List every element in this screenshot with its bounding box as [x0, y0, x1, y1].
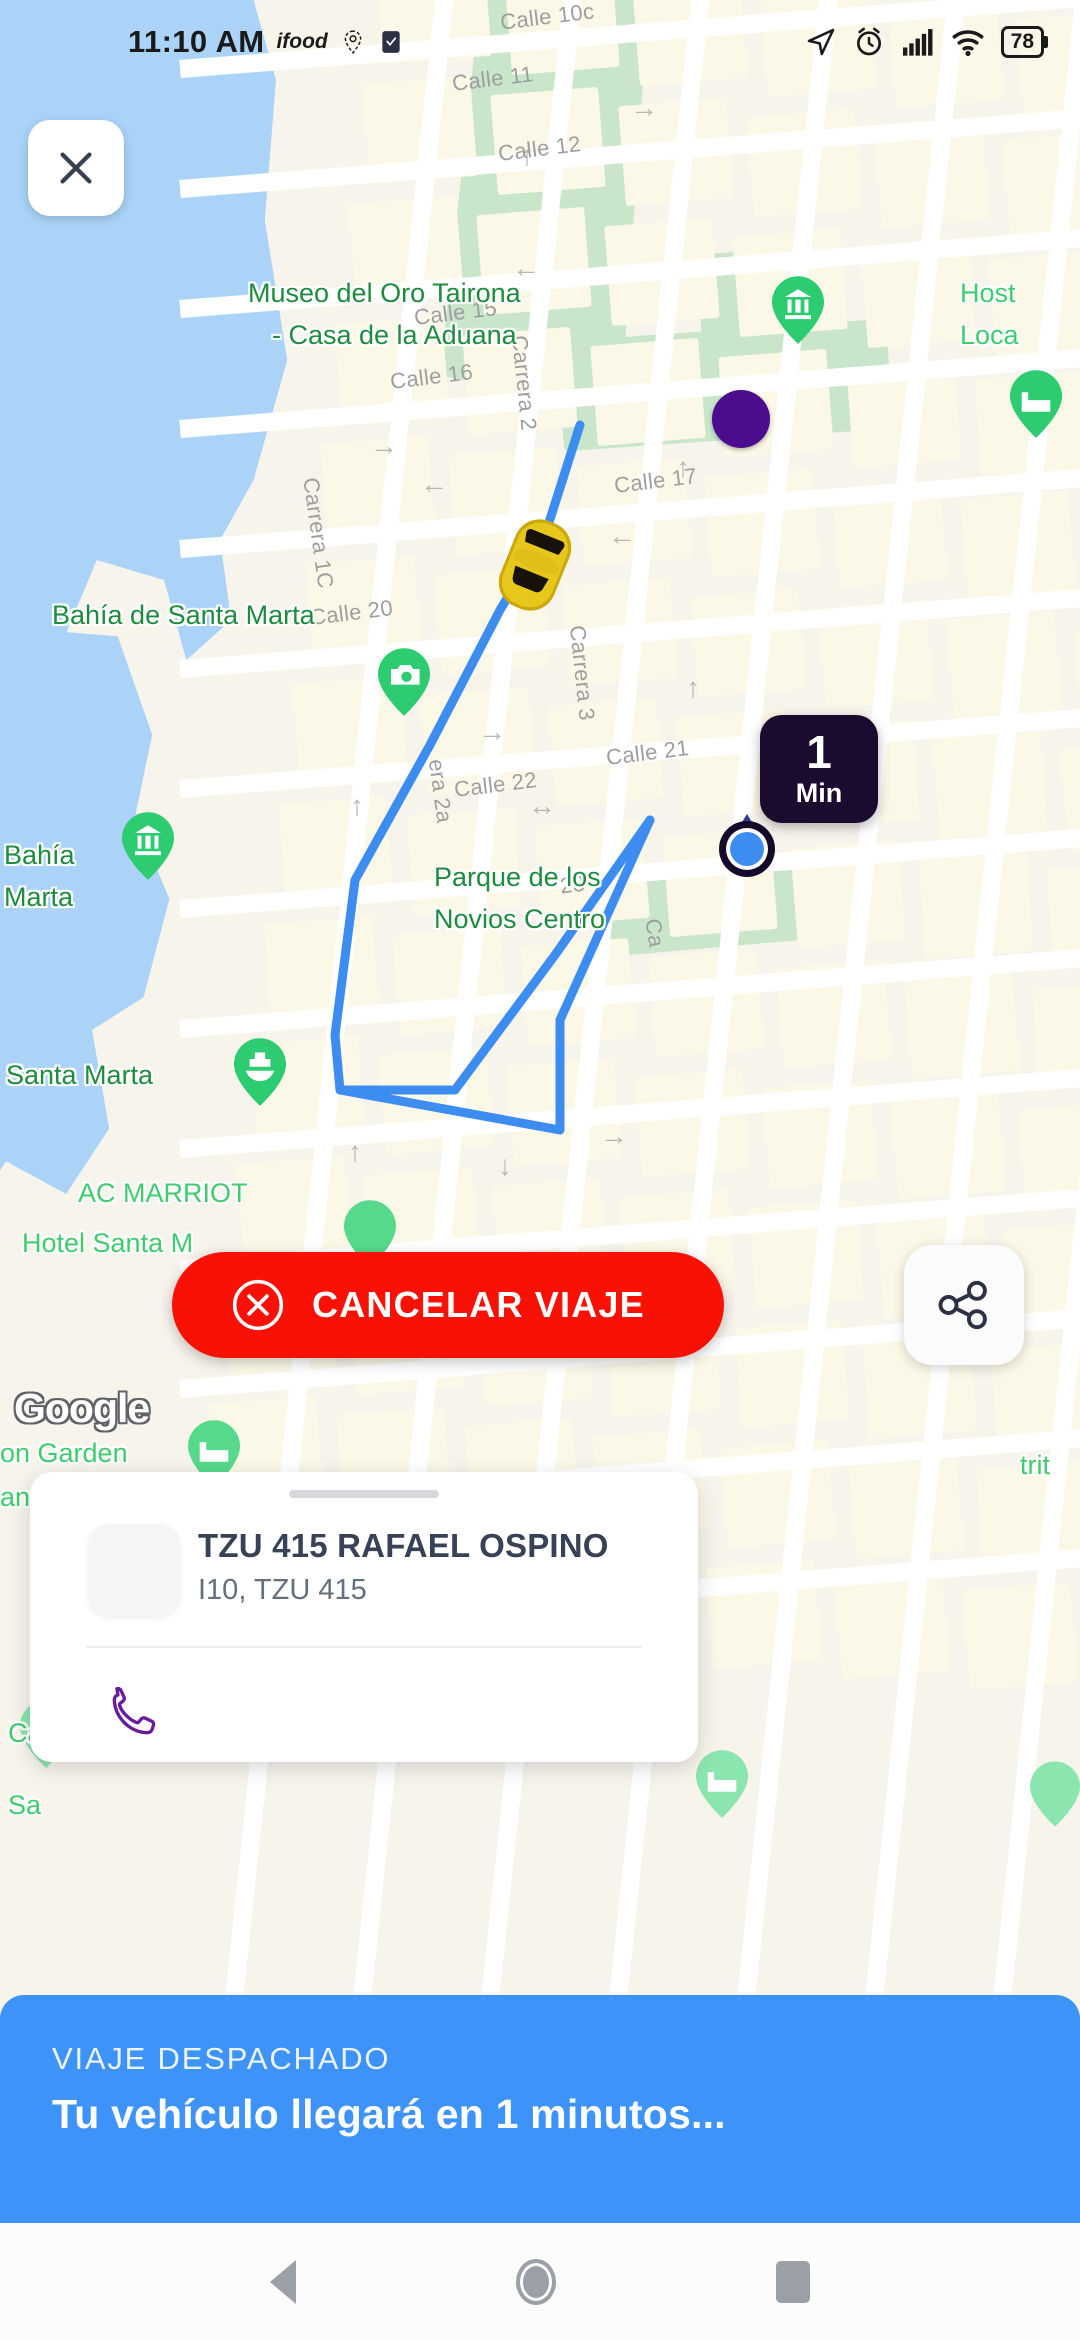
card-drag-handle[interactable]	[289, 1490, 439, 1498]
driver-vehicle-info: I10, TZU 415	[198, 1574, 367, 1606]
traffic-direction-arrow: ↑	[348, 1136, 362, 1167]
poi-label[interactable]: Bahía de Santa Marta	[52, 600, 315, 630]
poi-label[interactable]: Sa	[8, 1790, 41, 1820]
home-circle-icon[interactable]	[516, 2258, 556, 2305]
phone-icon	[112, 1686, 156, 1735]
alarm-icon	[856, 27, 881, 56]
driver-avatar	[88, 1524, 180, 1616]
status-bar: 11:10 AM ifood 78	[0, 0, 1080, 84]
traffic-direction-arrow: →	[370, 430, 398, 461]
destination-dot-icon[interactable]	[718, 814, 776, 878]
share-icon	[938, 1280, 987, 1330]
recents-square-icon[interactable]	[776, 2260, 810, 2303]
traffic-direction-arrow: ←	[420, 468, 448, 499]
traffic-direction-arrow: ↔	[528, 790, 556, 821]
poi-label[interactable]: on Garden	[0, 1438, 128, 1468]
close-icon	[60, 152, 92, 184]
eta-unit: Min	[795, 777, 843, 808]
cancel-trip-button[interactable]: CANCELAR VIAJE	[172, 1252, 724, 1358]
close-button[interactable]	[28, 120, 124, 216]
android-nav-bar	[0, 2223, 1080, 2340]
poi-label[interactable]: Museo del Oro Tairona	[248, 278, 521, 308]
route-polyline	[330, 420, 655, 1135]
status-bar-left: 11:10 AM ifood	[128, 24, 404, 60]
traffic-direction-arrow: ←	[608, 520, 636, 551]
location-pin-icon	[344, 30, 362, 54]
ship-pin-icon[interactable]	[234, 1038, 286, 1106]
call-driver-button[interactable]	[100, 1680, 160, 1740]
hotel-pin-icon[interactable]	[1010, 370, 1062, 438]
google-watermark: Google	[14, 1385, 150, 1431]
hotel-pin-far-right-icon[interactable]	[1030, 1760, 1080, 1828]
traffic-direction-arrow: ↓	[498, 1150, 512, 1181]
traffic-direction-arrow: →	[600, 1120, 628, 1151]
wifi-icon	[952, 30, 984, 57]
poi-label[interactable]: Marta	[4, 882, 73, 912]
poi-label[interactable]: trit	[1020, 1450, 1050, 1480]
status-bar-right: 78	[805, 26, 1049, 58]
navigation-arrow-icon	[807, 28, 834, 56]
poi-label[interactable]: Loca	[960, 320, 1019, 350]
cancel-circle-icon	[232, 1279, 284, 1331]
street-label: Ca	[640, 916, 670, 949]
poi-label[interactable]: Novios Centro	[434, 904, 605, 934]
poi-label[interactable]: Parque de los	[434, 862, 601, 892]
traffic-direction-arrow: →	[630, 92, 658, 123]
camera-pin-icon[interactable]	[378, 648, 430, 716]
driver-name: TZU 415 RAFAEL OSPINO	[198, 1527, 609, 1564]
eta-badge: 1 Min	[760, 715, 878, 823]
eta-value: 1	[806, 725, 832, 778]
card-divider	[86, 1646, 642, 1648]
cancel-trip-label: CANCELAR VIAJE	[312, 1284, 645, 1325]
museum-pin-icon[interactable]	[772, 276, 824, 344]
trip-status-banner: VIAJE DESPACHADO Tu vehículo llegará en …	[0, 1995, 1080, 2223]
driver-info-card[interactable]: TZU 415 RAFAEL OSPINO I10, TZU 415	[30, 1472, 698, 1762]
poi-label[interactable]: Bahía	[4, 840, 75, 870]
poi-label[interactable]: Host	[960, 278, 1016, 308]
cellular-signal-icon	[902, 29, 933, 56]
poi-label[interactable]: - Casa de la Aduana	[272, 320, 517, 350]
poi-label[interactable]: Hotel Santa M	[22, 1228, 193, 1258]
map-canvas[interactable]: → ↑ ← → ← ↑ ← ↑ → ↑ ↔ ↑ ↓ → Calle 10c Calle 11 Calle 12…	[0, 0, 1080, 2223]
share-button[interactable]	[904, 1245, 1024, 1365]
poi-label[interactable]: Santa Marta	[6, 1060, 153, 1090]
poi-label[interactable]: AC MARRIOT	[78, 1178, 248, 1208]
hotel-pin-right-icon[interactable]	[696, 1750, 748, 1818]
ifood-icon: ifood	[276, 30, 328, 53]
back-triangle-icon[interactable]	[270, 2259, 296, 2304]
battery-icon: 78	[1000, 26, 1049, 58]
traffic-direction-arrow: →	[478, 716, 506, 747]
traffic-direction-arrow: ↑	[686, 672, 700, 703]
trip-status-title: Tu vehículo llegará en 1 minutos...	[52, 2091, 726, 2137]
phone-screen: → ↑ ← → ← ↑ ← ↑ → ↑ ↔ ↑ ↓ → Calle 10c Calle 11 Calle 12…	[0, 0, 1080, 2340]
traffic-direction-arrow: ↑	[350, 790, 364, 821]
checkbox-icon	[382, 31, 400, 53]
trip-status-kicker: VIAJE DESPACHADO	[52, 2041, 391, 2076]
purple-dot-icon[interactable]	[712, 390, 770, 448]
clock: 11:10 AM	[128, 24, 265, 59]
bahia-museum-pin-icon[interactable]	[122, 812, 174, 880]
